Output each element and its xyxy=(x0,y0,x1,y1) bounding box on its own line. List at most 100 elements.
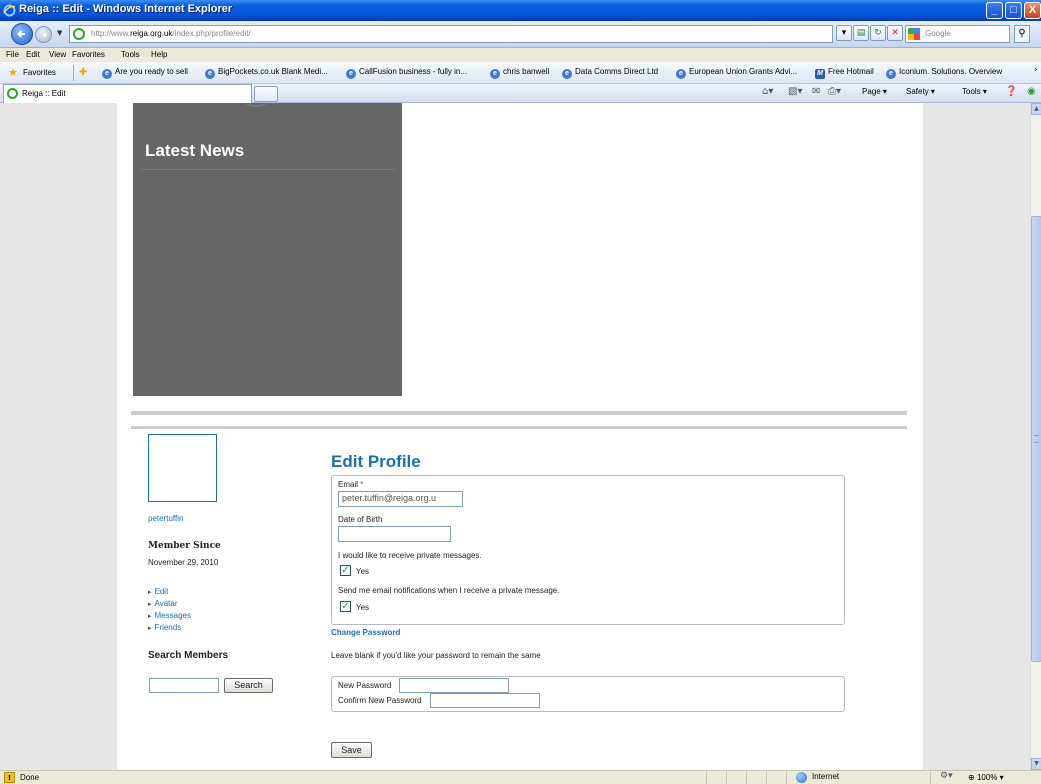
sidebar-link-edit[interactable]: Edit xyxy=(148,587,169,596)
dob-label: Date of Birth xyxy=(338,515,383,524)
menu-edit[interactable]: Edit xyxy=(26,50,40,59)
email-label: Email * xyxy=(338,480,364,489)
maximize-button[interactable]: □ xyxy=(1005,2,1022,19)
ie-page-icon: e xyxy=(562,69,572,79)
status-text: Done xyxy=(20,773,40,782)
compatibility-view-icon[interactable]: ▤ xyxy=(853,25,869,41)
close-window-button[interactable]: X xyxy=(1024,2,1041,19)
ie-page-icon: e xyxy=(346,69,356,79)
email-notifications-checkbox[interactable]: ✓ xyxy=(340,601,351,612)
scroll-down-arrow-icon[interactable]: ▼ xyxy=(1031,758,1041,770)
email-notifications-label: Send me email notifications when I recei… xyxy=(338,586,560,595)
home-icon[interactable]: ⌂▾ xyxy=(762,86,773,97)
security-zone-label[interactable]: Internet xyxy=(812,772,839,781)
research-icon[interactable]: ◉ xyxy=(1027,86,1036,97)
latest-news-title: Latest News xyxy=(145,141,245,160)
new-tab-button[interactable] xyxy=(254,86,278,102)
page-loading-icon xyxy=(7,88,18,99)
dob-field[interactable] xyxy=(338,526,451,542)
add-favorite-icon[interactable]: ✚ xyxy=(79,67,91,79)
print-icon[interactable]: ⎙▾ xyxy=(828,86,841,97)
menu-tools[interactable]: Tools xyxy=(121,50,140,59)
google-logo-icon xyxy=(908,28,920,40)
status-bar: ! Done Internet ⚙▾ ⊕ 100% ▾ xyxy=(0,770,1041,784)
url-input[interactable]: http://www.reiga.org.uk/index.php/profil… xyxy=(69,25,833,43)
tab-bar: Reiga :: Edit ⌂▾ ▧▾ ✉ ⎙▾ Page ▾ Safety ▾… xyxy=(0,84,1041,103)
confirm-password-label: Confirm New Password xyxy=(338,696,422,705)
ie-page-icon: e xyxy=(886,69,896,79)
tab-active[interactable]: Reiga :: Edit xyxy=(3,84,252,103)
ie-logo-icon xyxy=(3,4,16,17)
section-divider xyxy=(131,426,907,429)
ie-page-icon: e xyxy=(205,69,215,79)
warning-icon: ! xyxy=(4,772,15,783)
ie-page-icon: e xyxy=(490,69,500,79)
menu-help[interactable]: Help xyxy=(151,50,167,59)
favorite-link[interactable]: e Are you ready to sell xyxy=(102,67,188,79)
sidebar-link-avatar[interactable]: Avatar xyxy=(148,599,178,608)
confirm-password-field[interactable] xyxy=(430,693,540,708)
refresh-icon[interactable]: ↻ xyxy=(870,25,886,41)
forward-button[interactable] xyxy=(35,26,52,43)
page-loading-icon xyxy=(73,28,85,40)
stop-icon[interactable]: ✕ xyxy=(887,25,903,41)
page-menu[interactable]: Page ▾ xyxy=(862,87,887,96)
internet-zone-globe-icon xyxy=(796,772,807,783)
safety-menu[interactable]: Safety ▾ xyxy=(906,87,935,96)
favorite-link[interactable]: e CallFusion business - fully in... xyxy=(346,67,467,79)
favorites-overflow-icon[interactable]: › xyxy=(1034,65,1038,75)
back-button[interactable] xyxy=(11,23,33,45)
url-text: http://www.reiga.org.uk/index.php/profil… xyxy=(91,29,251,38)
read-mail-icon[interactable]: ✉ xyxy=(812,86,820,97)
recent-pages-dropdown-icon[interactable]: ▼ xyxy=(57,29,62,37)
private-messages-label: I would like to receive private messages… xyxy=(338,551,482,560)
favorite-link[interactable]: e Data Comms Direct Ltd xyxy=(562,67,658,79)
new-password-field[interactable] xyxy=(399,678,509,693)
ie-page-icon: e xyxy=(676,69,686,79)
vertical-scrollbar[interactable]: ▲ ▼ xyxy=(1030,103,1041,770)
password-fieldset: New Password Confirm New Password xyxy=(331,676,845,712)
status-panel xyxy=(726,772,727,784)
url-history-dropdown-icon[interactable]: ▾ xyxy=(836,25,852,41)
status-panel xyxy=(786,772,787,784)
search-engine-input[interactable]: Google xyxy=(905,25,1010,43)
menu-favorites[interactable]: Favorites xyxy=(72,50,105,59)
change-password-link[interactable]: Change Password xyxy=(331,628,400,637)
menu-view[interactable]: View xyxy=(49,50,66,59)
username-link[interactable]: petertuffin xyxy=(148,514,183,523)
tools-menu[interactable]: Tools ▾ xyxy=(962,87,987,96)
help-icon[interactable]: ❓ xyxy=(1005,86,1017,97)
sidebar-link-friends[interactable]: Friends xyxy=(148,623,182,632)
minimize-button[interactable]: _ xyxy=(986,2,1003,19)
favorite-link[interactable]: e Iconium. Solutions. Overview xyxy=(886,67,1002,79)
address-toolbar: ▼ http://www.reiga.org.uk/index.php/prof… xyxy=(0,21,1041,48)
favorites-button[interactable]: Favorites xyxy=(23,68,56,77)
member-search-input[interactable] xyxy=(149,678,219,693)
favorite-link[interactable]: M Free Hotmail xyxy=(815,67,874,79)
feeds-icon[interactable]: ▧▾ xyxy=(788,86,802,97)
favorite-link[interactable]: e European Union Grants Advi... xyxy=(676,67,797,79)
sidebar-link-messages[interactable]: Messages xyxy=(148,611,191,620)
save-button[interactable]: Save xyxy=(331,742,372,758)
favorites-star-icon[interactable]: ★ xyxy=(8,66,18,79)
zoom-level[interactable]: ⊕ 100% ▾ xyxy=(968,773,1004,782)
section-divider xyxy=(131,411,907,415)
scrollbar-thumb[interactable] xyxy=(1031,216,1041,662)
member-since-date: November 29, 2010 xyxy=(148,558,219,567)
favorite-link[interactable]: e chris banwell xyxy=(490,67,549,79)
member-search-button[interactable]: Search xyxy=(224,678,273,693)
protected-mode-icon[interactable]: ⚙▾ xyxy=(940,771,953,781)
status-panel xyxy=(930,772,931,784)
favorite-link[interactable]: e BigPockets.co.uk Blank Medi... xyxy=(205,67,328,79)
email-field[interactable]: peter.tuffin@reiga.org.u xyxy=(338,491,463,507)
scroll-up-arrow-icon[interactable]: ▲ xyxy=(1031,103,1041,115)
news-panel-decoration xyxy=(245,103,267,107)
window-title-bar[interactable]: Reiga :: Edit - Windows Internet Explore… xyxy=(0,0,1041,21)
tab-title: Reiga :: Edit xyxy=(22,89,66,98)
menu-bar: File Edit View Favorites Tools Help xyxy=(0,48,1041,62)
menu-file[interactable]: File xyxy=(6,50,19,59)
private-messages-checkbox[interactable]: ✓ xyxy=(340,565,351,576)
search-magnifier-icon[interactable]: ⚲ xyxy=(1014,25,1030,43)
profile-fieldset: Email * peter.tuffin@reiga.org.u Date of… xyxy=(331,475,845,625)
forward-arrow-icon xyxy=(42,32,48,38)
